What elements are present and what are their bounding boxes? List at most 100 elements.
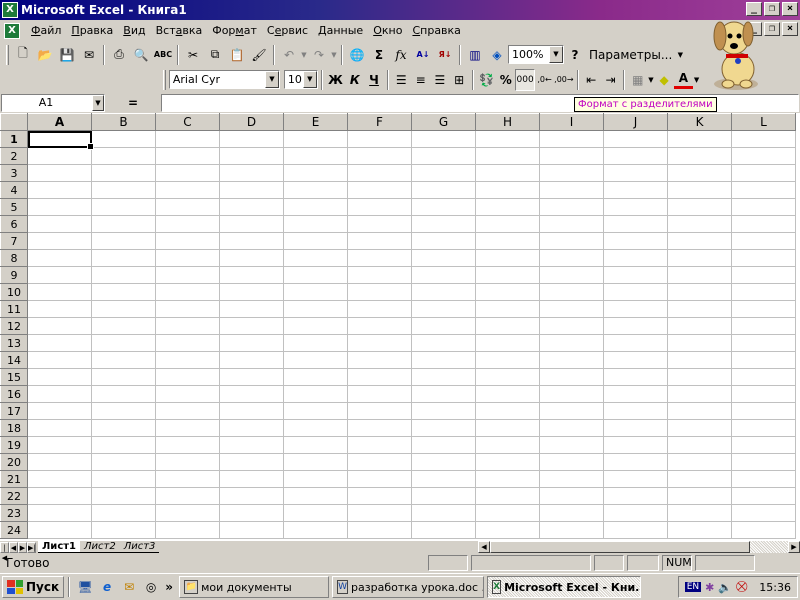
cell-E13[interactable] [283, 334, 348, 352]
sheet-tab-3[interactable]: Лист3 [119, 541, 160, 553]
font-color-dropdown-icon[interactable]: ▼ [693, 69, 700, 91]
align-center-icon[interactable]: ≡ [411, 69, 430, 91]
first-sheet-icon[interactable]: |◀ [0, 541, 9, 562]
cell-K6[interactable] [667, 215, 732, 233]
cell-B2[interactable] [91, 147, 156, 165]
cell-D12[interactable] [219, 317, 284, 335]
cell-I15[interactable] [539, 368, 604, 386]
column-header-H[interactable]: H [475, 113, 540, 131]
cell-B24[interactable] [91, 521, 156, 539]
row-header-21[interactable]: 21 [0, 470, 28, 488]
cell-D23[interactable] [219, 504, 284, 522]
cell-G23[interactable] [411, 504, 476, 522]
cell-H18[interactable] [475, 419, 540, 437]
help-icon[interactable]: ? [564, 44, 586, 66]
office-assistant-dog-icon[interactable] [704, 14, 768, 94]
cell-L16[interactable] [731, 385, 796, 403]
row-header-3[interactable]: 3 [0, 164, 28, 182]
equals-sign[interactable]: = [105, 96, 161, 110]
cell-H16[interactable] [475, 385, 540, 403]
cell-B23[interactable] [91, 504, 156, 522]
cell-E14[interactable] [283, 351, 348, 369]
print-icon[interactable]: ⎙ [108, 44, 130, 66]
cell-C24[interactable] [155, 521, 220, 539]
cell-J17[interactable] [603, 402, 668, 420]
cell-J18[interactable] [603, 419, 668, 437]
cell-F17[interactable] [347, 402, 412, 420]
menu-item-4[interactable]: Формат [207, 21, 262, 40]
cell-H12[interactable] [475, 317, 540, 335]
quicklaunch-more-icon[interactable]: » [164, 578, 174, 596]
cell-C21[interactable] [155, 470, 220, 488]
cell-D11[interactable] [219, 300, 284, 318]
cell-C14[interactable] [155, 351, 220, 369]
cell-A8[interactable] [27, 249, 92, 267]
cell-L4[interactable] [731, 181, 796, 199]
cell-D7[interactable] [219, 232, 284, 250]
cell-C18[interactable] [155, 419, 220, 437]
cell-H13[interactable] [475, 334, 540, 352]
cell-F8[interactable] [347, 249, 412, 267]
cell-D22[interactable] [219, 487, 284, 505]
menu-item-7[interactable]: Окно [368, 21, 407, 40]
cell-K10[interactable] [667, 283, 732, 301]
cell-E20[interactable] [283, 453, 348, 471]
decrease-decimal-icon[interactable]: ,00→ [554, 69, 573, 91]
sort-ascending-icon[interactable]: А↓ [412, 44, 434, 66]
borders-dropdown-icon[interactable]: ▼ [647, 69, 654, 91]
cell-I2[interactable] [539, 147, 604, 165]
cell-L2[interactable] [731, 147, 796, 165]
row-header-24[interactable]: 24 [0, 521, 28, 539]
cell-G14[interactable] [411, 351, 476, 369]
cell-J23[interactable] [603, 504, 668, 522]
cell-K21[interactable] [667, 470, 732, 488]
cell-F19[interactable] [347, 436, 412, 454]
cell-I3[interactable] [539, 164, 604, 182]
show-desktop-icon[interactable]: 🖥 [76, 578, 94, 596]
cell-D21[interactable] [219, 470, 284, 488]
cell-L22[interactable] [731, 487, 796, 505]
row-header-9[interactable]: 9 [0, 266, 28, 284]
row-header-4[interactable]: 4 [0, 181, 28, 199]
column-header-J[interactable]: J [603, 113, 668, 131]
cell-A22[interactable] [27, 487, 92, 505]
cell-G10[interactable] [411, 283, 476, 301]
column-header-I[interactable]: I [539, 113, 604, 131]
cell-G20[interactable] [411, 453, 476, 471]
cell-E6[interactable] [283, 215, 348, 233]
copy-icon[interactable]: ⧉ [204, 44, 226, 66]
cell-C23[interactable] [155, 504, 220, 522]
cell-F14[interactable] [347, 351, 412, 369]
outlook-express-icon[interactable]: ✉ [120, 578, 138, 596]
cell-F13[interactable] [347, 334, 412, 352]
cell-H21[interactable] [475, 470, 540, 488]
row-header-11[interactable]: 11 [0, 300, 28, 318]
cell-H6[interactable] [475, 215, 540, 233]
cell-H17[interactable] [475, 402, 540, 420]
cell-L13[interactable] [731, 334, 796, 352]
cell-B5[interactable] [91, 198, 156, 216]
taskbar-button-3[interactable]: X Microsoft Excel - Кни... [487, 576, 642, 598]
chevron-down-icon[interactable]: ▼ [302, 71, 317, 88]
cell-A16[interactable] [27, 385, 92, 403]
cell-A9[interactable] [27, 266, 92, 284]
cell-G12[interactable] [411, 317, 476, 335]
cell-C13[interactable] [155, 334, 220, 352]
cell-L5[interactable] [731, 198, 796, 216]
cell-J2[interactable] [603, 147, 668, 165]
undo-dropdown-icon[interactable]: ▼ [300, 44, 308, 66]
cell-F10[interactable] [347, 283, 412, 301]
cell-L23[interactable] [731, 504, 796, 522]
font-size-combo[interactable]: 10 ▼ [283, 70, 318, 89]
cell-E11[interactable] [283, 300, 348, 318]
cell-H8[interactable] [475, 249, 540, 267]
last-sheet-icon[interactable]: ▶| [27, 541, 36, 553]
cell-A21[interactable] [27, 470, 92, 488]
cell-L8[interactable] [731, 249, 796, 267]
menu-item-8[interactable]: Справка [407, 21, 465, 40]
cell-A12[interactable] [27, 317, 92, 335]
cell-L21[interactable] [731, 470, 796, 488]
cell-D16[interactable] [219, 385, 284, 403]
sheet-tab-1[interactable]: Лист1 [38, 541, 80, 553]
row-header-16[interactable]: 16 [0, 385, 28, 403]
